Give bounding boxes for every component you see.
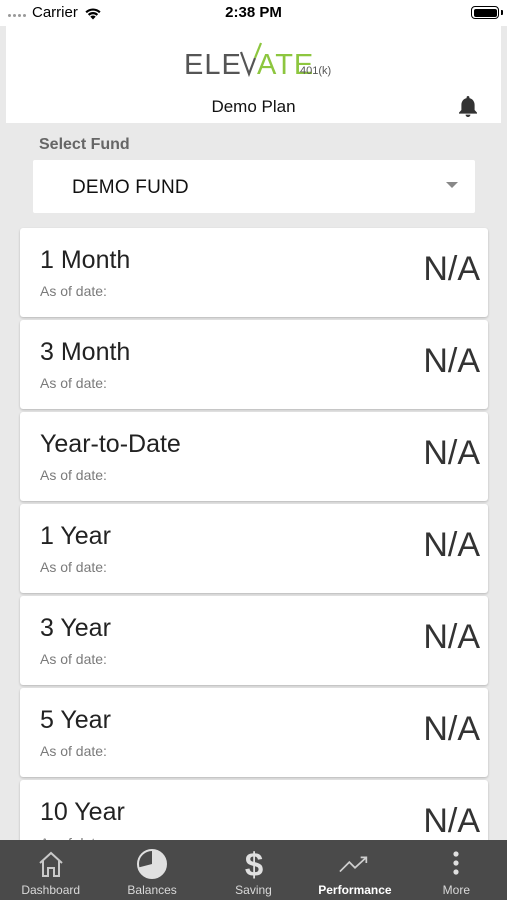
chevron-down-icon xyxy=(446,182,458,188)
period-title: 3 Month xyxy=(40,338,131,366)
return-value: N/A xyxy=(423,342,480,380)
bell-icon[interactable] xyxy=(457,94,479,118)
select-fund-label: Select Fund xyxy=(39,136,130,153)
period-title: 5 Year xyxy=(40,706,111,734)
period-title: Year-to-Date xyxy=(40,430,181,458)
performance-card-3-month[interactable]: 3 Month As of date: N/A xyxy=(20,320,488,409)
more-vertical-icon xyxy=(439,848,473,880)
elevate-logo: ELE ATE 401(k) xyxy=(184,42,331,80)
tab-dashboard[interactable]: Dashboard xyxy=(0,840,101,900)
tab-label: Balances xyxy=(127,883,177,897)
home-icon xyxy=(34,848,68,880)
trending-up-icon xyxy=(338,848,372,880)
return-value: N/A xyxy=(423,710,480,748)
bottom-tab-bar: Dashboard Balances $ Saving Performance xyxy=(0,840,507,900)
svg-text:$: $ xyxy=(244,847,262,881)
period-title: 10 Year xyxy=(40,798,125,826)
as-of-date: As of date: xyxy=(40,375,107,391)
tab-balances[interactable]: Balances xyxy=(101,840,202,900)
performance-card-5-year[interactable]: 5 Year As of date: N/A xyxy=(20,688,488,777)
fund-dropdown-value: DEMO FUND xyxy=(72,177,189,198)
dollar-icon: $ xyxy=(237,847,271,881)
performance-list: 1 Month As of date: N/A 3 Month As of da… xyxy=(20,228,488,872)
logo-suffix: 401(k) xyxy=(300,65,331,77)
tab-more[interactable]: More xyxy=(406,840,507,900)
performance-card-ytd[interactable]: Year-to-Date As of date: N/A xyxy=(20,412,488,501)
pie-chart-icon xyxy=(135,848,169,880)
as-of-date: As of date: xyxy=(40,651,107,667)
as-of-date: As of date: xyxy=(40,559,107,575)
logo-v-mark xyxy=(239,51,257,78)
as-of-date: As of date: xyxy=(40,283,107,299)
return-value: N/A xyxy=(423,802,480,840)
app-header: ELE ATE 401(k) Demo Plan xyxy=(6,26,501,123)
performance-card-1-year[interactable]: 1 Year As of date: N/A xyxy=(20,504,488,593)
logo-text-left: ELE xyxy=(184,49,242,80)
tab-performance[interactable]: Performance xyxy=(304,840,405,900)
performance-card-1-month[interactable]: 1 Month As of date: N/A xyxy=(20,228,488,317)
tab-saving[interactable]: $ Saving xyxy=(203,840,304,900)
period-title: 3 Year xyxy=(40,614,111,642)
return-value: N/A xyxy=(423,250,480,288)
return-value: N/A xyxy=(423,434,480,472)
tab-label: Performance xyxy=(318,883,392,897)
tab-label: Saving xyxy=(235,883,272,897)
status-bar: Carrier 2:38 PM xyxy=(0,0,507,26)
tab-label: Dashboard xyxy=(21,883,81,897)
plan-name: Demo Plan xyxy=(211,97,296,116)
period-title: 1 Month xyxy=(40,246,131,274)
tab-label: More xyxy=(442,883,470,897)
period-title: 1 Year xyxy=(40,522,111,550)
battery-icon xyxy=(471,6,499,19)
return-value: N/A xyxy=(423,526,480,564)
status-time: 2:38 PM xyxy=(225,4,282,21)
battery-tip xyxy=(501,10,503,15)
as-of-date: As of date: xyxy=(40,743,107,759)
performance-card-3-year[interactable]: 3 Year As of date: N/A xyxy=(20,596,488,685)
as-of-date: As of date: xyxy=(40,467,107,483)
return-value: N/A xyxy=(423,618,480,656)
fund-dropdown[interactable]: DEMO FUND xyxy=(33,160,475,213)
